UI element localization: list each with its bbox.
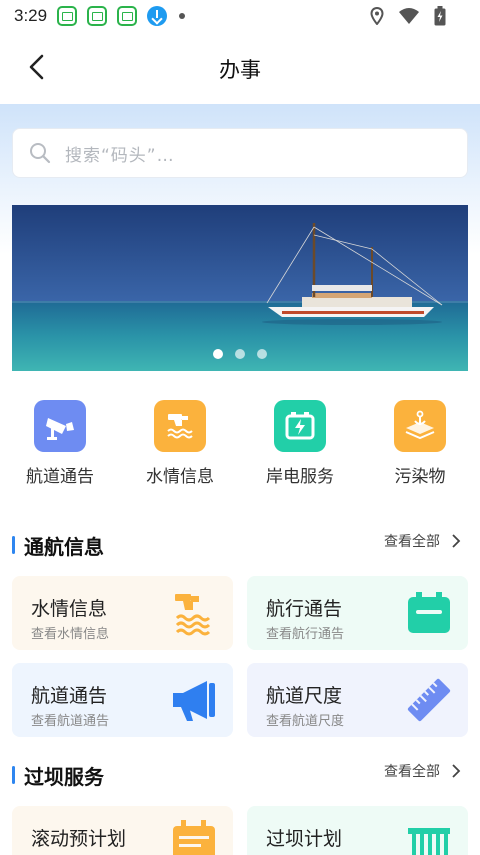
section-title-dam-service: 过坝服务 <box>12 760 104 790</box>
quick-action-water-info[interactable]: 水情信息 <box>120 400 240 500</box>
water-tap-icon <box>154 400 206 452</box>
search-input[interactable]: 搜索“码头”… <box>12 128 468 178</box>
wifi-icon <box>399 8 419 24</box>
section-accent-bar <box>12 536 15 554</box>
more-dot-icon <box>179 13 186 19</box>
card-title: 水情信息 <box>31 598 108 620</box>
view-all-label: 查看全部 <box>384 534 440 550</box>
notice-board-icon <box>408 592 450 633</box>
quick-action-shore-power[interactable]: 岸电服务 <box>240 400 360 500</box>
app-notification-icon <box>87 6 108 26</box>
quick-action-channel-notice[interactable]: 航道通告 <box>0 400 120 500</box>
carousel-dots <box>12 349 468 359</box>
dam-gate-icon <box>408 828 450 855</box>
megaphone-icon <box>173 681 215 721</box>
quick-actions: 航道通告 水情信息 岸电服务 污染物 <box>0 400 480 500</box>
card-subtitle: 查看水情信息 <box>31 627 110 642</box>
quick-action-label: 岸电服务 <box>266 467 334 487</box>
section-title-navigation-info: 通航信息 <box>12 530 104 560</box>
quick-action-pollutant[interactable]: 污染物 <box>360 400 480 500</box>
chevron-right-icon <box>452 534 461 548</box>
location-icon <box>370 7 384 25</box>
battery-icon <box>434 6 446 26</box>
camera-icon <box>34 400 86 452</box>
page-title: 办事 <box>219 58 261 82</box>
view-all-dam-service[interactable]: 查看全部 <box>384 756 462 786</box>
search-icon <box>30 143 51 164</box>
calendar-icon <box>173 820 215 855</box>
chevron-right-icon <box>452 764 461 778</box>
view-all-label: 查看全部 <box>384 764 440 780</box>
view-all-navigation-info[interactable]: 查看全部 <box>384 526 462 556</box>
carousel-dot[interactable] <box>235 349 245 359</box>
status-time: 3:29 <box>14 6 48 25</box>
app-notification-icon <box>117 6 138 26</box>
section-accent-bar <box>12 766 15 784</box>
card-channel-notice[interactable]: 航道通告 查看航道通告 <box>12 663 233 737</box>
card-navigation-notice[interactable]: 航行通告 查看航行通告 <box>247 576 468 650</box>
battery-charge-icon <box>274 400 326 452</box>
card-rolling-preplan[interactable]: 滚动预计划 <box>12 806 233 855</box>
card-title: 航道通告 <box>31 685 108 707</box>
card-title: 滚动预计划 <box>31 828 127 850</box>
quick-action-label: 污染物 <box>394 467 446 487</box>
download-icon <box>147 6 168 26</box>
layers-anchor-icon <box>394 400 446 452</box>
carousel-dot[interactable] <box>257 349 267 359</box>
card-subtitle: 查看航道尺度 <box>266 714 345 729</box>
sailboat-banner-image <box>12 205 468 371</box>
card-water-info[interactable]: 水情信息 查看水情信息 <box>12 576 233 650</box>
card-subtitle: 查看航道通告 <box>31 714 110 729</box>
status-bar: 3:29 <box>0 0 480 32</box>
card-subtitle: 查看航行通告 <box>266 627 345 642</box>
card-channel-dimension[interactable]: 航道尺度 查看航道尺度 <box>247 663 468 737</box>
section-title-text: 过坝服务 <box>24 764 104 789</box>
carousel-dot[interactable] <box>213 349 223 359</box>
quick-action-label: 水情信息 <box>146 467 214 487</box>
card-title: 过坝计划 <box>266 828 343 850</box>
app-notification-icon <box>57 6 78 26</box>
quick-action-label: 航道通告 <box>26 467 94 487</box>
header: 办事 <box>0 32 480 104</box>
card-title: 航行通告 <box>266 598 343 620</box>
card-dam-plan[interactable]: 过坝计划 <box>247 806 468 855</box>
card-title: 航道尺度 <box>266 685 343 707</box>
ruler-icon <box>407 678 451 722</box>
section-title-text: 通航信息 <box>24 534 104 559</box>
banner-carousel[interactable] <box>12 205 468 371</box>
search-placeholder: 搜索“码头”… <box>65 145 175 166</box>
water-tap-icon <box>175 594 211 636</box>
